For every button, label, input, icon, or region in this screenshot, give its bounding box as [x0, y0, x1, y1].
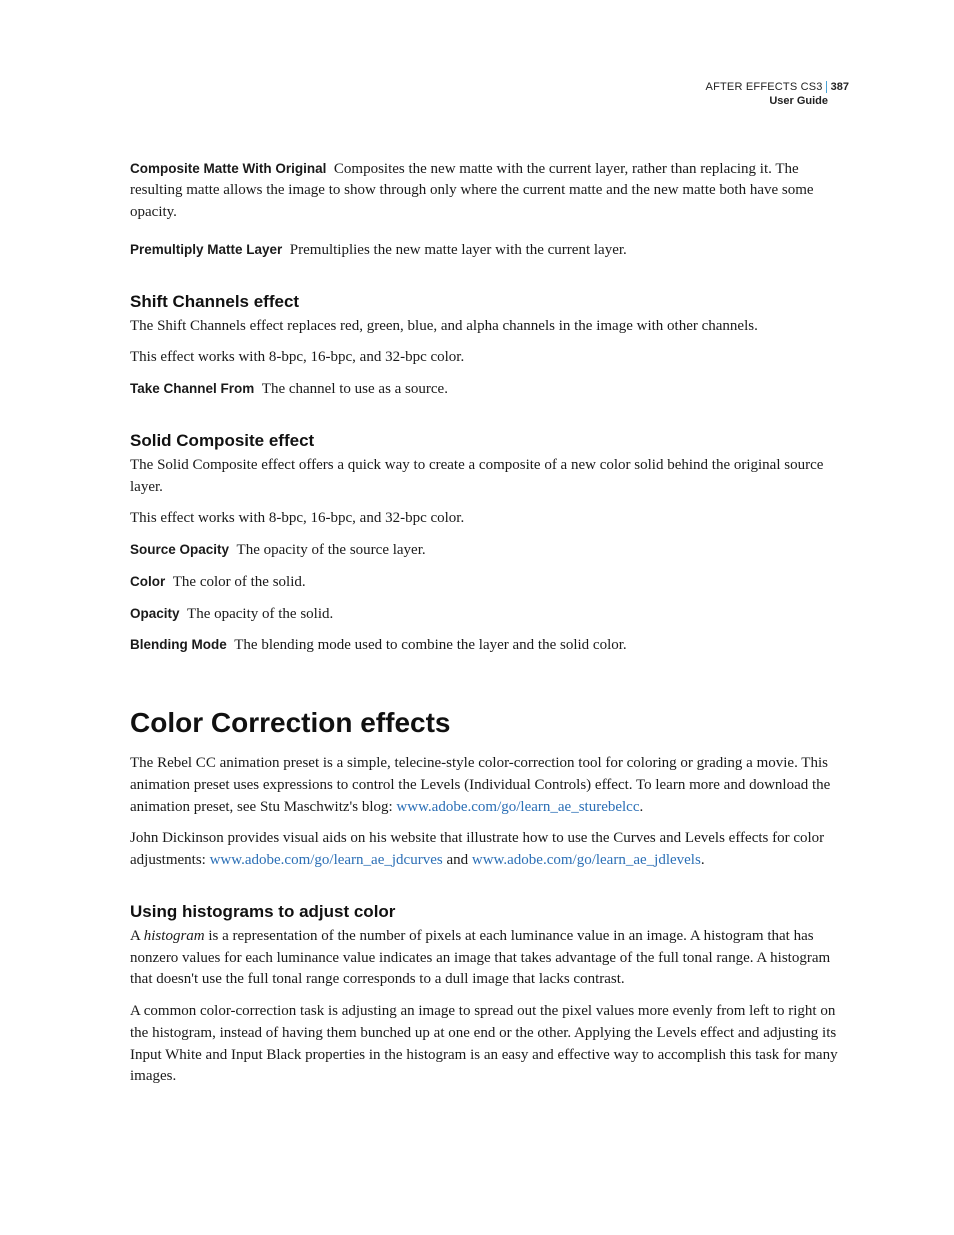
definition-item: Blending Mode The blending mode used to …	[130, 635, 849, 657]
definition-item: Color The color of the solid.	[130, 572, 849, 594]
definition-term: Color	[130, 574, 165, 589]
paragraph: A common color-correction task is adjust…	[130, 1001, 849, 1088]
guide-label: User Guide	[130, 94, 828, 108]
definition-item: Composite Matte With Original Composites…	[130, 159, 849, 224]
definition-body: Premultiplies the new matte layer with t…	[290, 242, 627, 258]
definition-term: Blending Mode	[130, 637, 227, 652]
paragraph: John Dickinson provides visual aids on h…	[130, 828, 849, 872]
paragraph: The Solid Composite effect offers a quic…	[130, 455, 849, 499]
text: .	[640, 799, 644, 815]
link-jdlevels[interactable]: www.adobe.com/go/learn_ae_jdlevels	[472, 852, 701, 868]
document-page: AFTER EFFECTS CS3387 User Guide Composit…	[0, 0, 954, 1158]
definition-item: Opacity The opacity of the solid.	[130, 604, 849, 626]
text: is a representation of the number of pix…	[130, 928, 830, 988]
page-header: AFTER EFFECTS CS3387 User Guide	[130, 80, 849, 109]
emphasis-term: histogram	[144, 928, 205, 944]
definition-term: Premultiply Matte Layer	[130, 242, 282, 257]
text: and	[443, 852, 472, 868]
definition-item: Take Channel From The channel to use as …	[130, 379, 849, 401]
paragraph: The Rebel CC animation preset is a simpl…	[130, 753, 849, 818]
paragraph: This effect works with 8-bpc, 16-bpc, an…	[130, 508, 849, 530]
paragraph: The Shift Channels effect replaces red, …	[130, 316, 849, 338]
link-jdcurves[interactable]: www.adobe.com/go/learn_ae_jdcurves	[210, 852, 443, 868]
definition-item: Source Opacity The opacity of the source…	[130, 540, 849, 562]
definition-term: Composite Matte With Original	[130, 161, 326, 176]
definition-term: Opacity	[130, 606, 180, 621]
definition-item: Premultiply Matte Layer Premultiplies th…	[130, 240, 849, 262]
subheading-shift-channels: Shift Channels effect	[130, 292, 849, 312]
definition-text: Premultiply Matte Layer Premultiplies th…	[130, 240, 849, 262]
section-heading-color-correction: Color Correction effects	[130, 707, 849, 739]
page-number: 387	[826, 81, 849, 93]
definition-body: The color of the solid.	[173, 574, 306, 590]
paragraph: This effect works with 8-bpc, 16-bpc, an…	[130, 347, 849, 369]
definition-body: The opacity of the source layer.	[237, 542, 426, 558]
subheading-solid-composite: Solid Composite effect	[130, 431, 849, 451]
paragraph: A histogram is a representation of the n…	[130, 926, 849, 991]
definition-term: Source Opacity	[130, 542, 229, 557]
link-sturebelcc[interactable]: www.adobe.com/go/learn_ae_sturebelcc	[396, 799, 639, 815]
definition-body: The blending mode used to combine the la…	[234, 637, 626, 653]
definition-body: The channel to use as a source.	[262, 381, 448, 397]
text: .	[701, 852, 705, 868]
product-name: AFTER EFFECTS CS3	[706, 81, 823, 93]
definition-text: Composite Matte With Original Composites…	[130, 159, 849, 224]
definition-term: Take Channel From	[130, 381, 254, 396]
definition-body: The opacity of the solid.	[187, 606, 333, 622]
subheading-histograms: Using histograms to adjust color	[130, 902, 849, 922]
text: A	[130, 928, 144, 944]
